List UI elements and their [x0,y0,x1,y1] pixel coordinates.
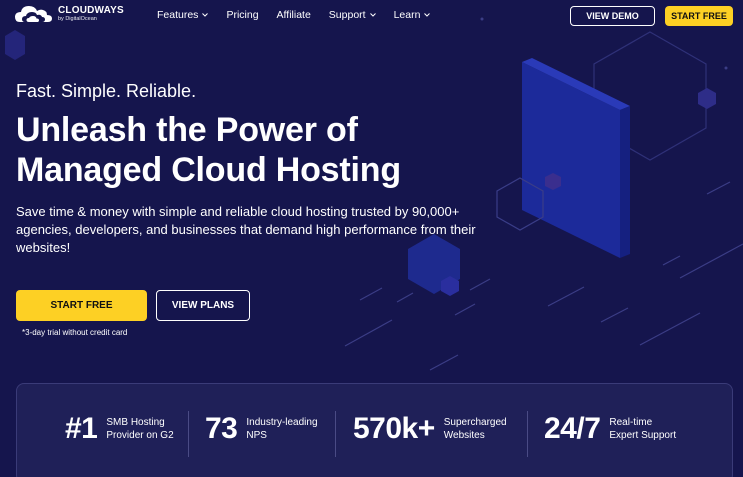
hero-tagline: Fast. Simple. Reliable. [16,81,197,101]
main-nav: Features Pricing Affiliate Support Learn [157,9,448,21]
stat-label-line1: Real-time [609,417,653,428]
nav-item-label: Learn [393,9,421,21]
chevron-down-icon [202,13,209,17]
stat-label-line1: Industry-leading [246,417,318,428]
view-demo-button[interactable]: VIEW DEMO [570,6,655,26]
nav-item-label: Features [157,9,199,21]
brand-logo[interactable]: CLOUDWAYS by DigitalOcean [14,4,124,24]
stat-value: 570k+ [353,412,435,445]
top-navigation-bar: CLOUDWAYS by DigitalOcean Features Prici… [0,0,743,30]
nav-item-pricing[interactable]: Pricing [226,9,258,21]
nav-item-support[interactable]: Support [329,9,376,21]
view-plans-button[interactable]: VIEW PLANS [156,290,250,321]
stat-divider [188,411,189,457]
stat-nps: 73 Industry-leading NPS [205,411,318,447]
cloud-icon [15,6,52,22]
stat-label-line2: Websites [443,430,485,441]
nav-item-features[interactable]: Features [157,9,209,21]
stat-label: Industry-leading NPS [246,416,317,442]
stat-g2-rank: #1 SMB Hosting Provider on G2 [65,411,174,447]
brand-subtitle: by DigitalOcean [58,15,97,22]
stat-label-line2: Provider on G2 [106,430,174,441]
stat-support: 24/7 Real-time Expert Support [544,411,676,447]
nav-item-learn[interactable]: Learn [394,9,431,21]
stat-value: #1 [65,412,98,445]
stat-label: Supercharged Websites [444,416,507,442]
start-free-button[interactable]: START FREE [16,290,147,321]
stat-divider [527,411,528,457]
nav-item-label: Pricing [226,9,259,21]
stat-websites: 570k+ Supercharged Websites [353,411,507,447]
stat-divider [335,411,336,457]
hero-description: Save time & money with simple and reliab… [16,204,476,255]
hero-headline: Unleash the Power of Managed Cloud Hosti… [16,110,401,190]
stat-label-line2: NPS [246,430,267,441]
stat-label: SMB Hosting Provider on G2 [106,416,173,442]
hero-headline-line1: Unleash the Power of [16,111,358,149]
stats-panel: #1 SMB Hosting Provider on G2 73 Industr… [16,383,733,477]
nav-item-affiliate[interactable]: Affiliate [277,9,311,21]
stat-value: 73 [205,412,238,445]
trial-note: *3-day trial without credit card [22,328,128,337]
nav-item-label: Support [328,9,366,21]
chevron-down-icon [369,13,376,17]
stat-label-line1: Supercharged [443,417,507,428]
hero-headline-line2: Managed Cloud Hosting [16,151,401,189]
stat-value: 24/7 [544,412,601,445]
chevron-down-icon [424,13,431,17]
header-start-free-button[interactable]: START FREE [665,6,733,26]
stat-label-line2: Expert Support [609,430,677,441]
brand-name: CLOUDWAYS [58,4,124,16]
stat-label-line1: SMB Hosting [106,417,165,428]
nav-item-label: Affiliate [276,9,311,21]
stat-label: Real-time Expert Support [609,416,676,442]
